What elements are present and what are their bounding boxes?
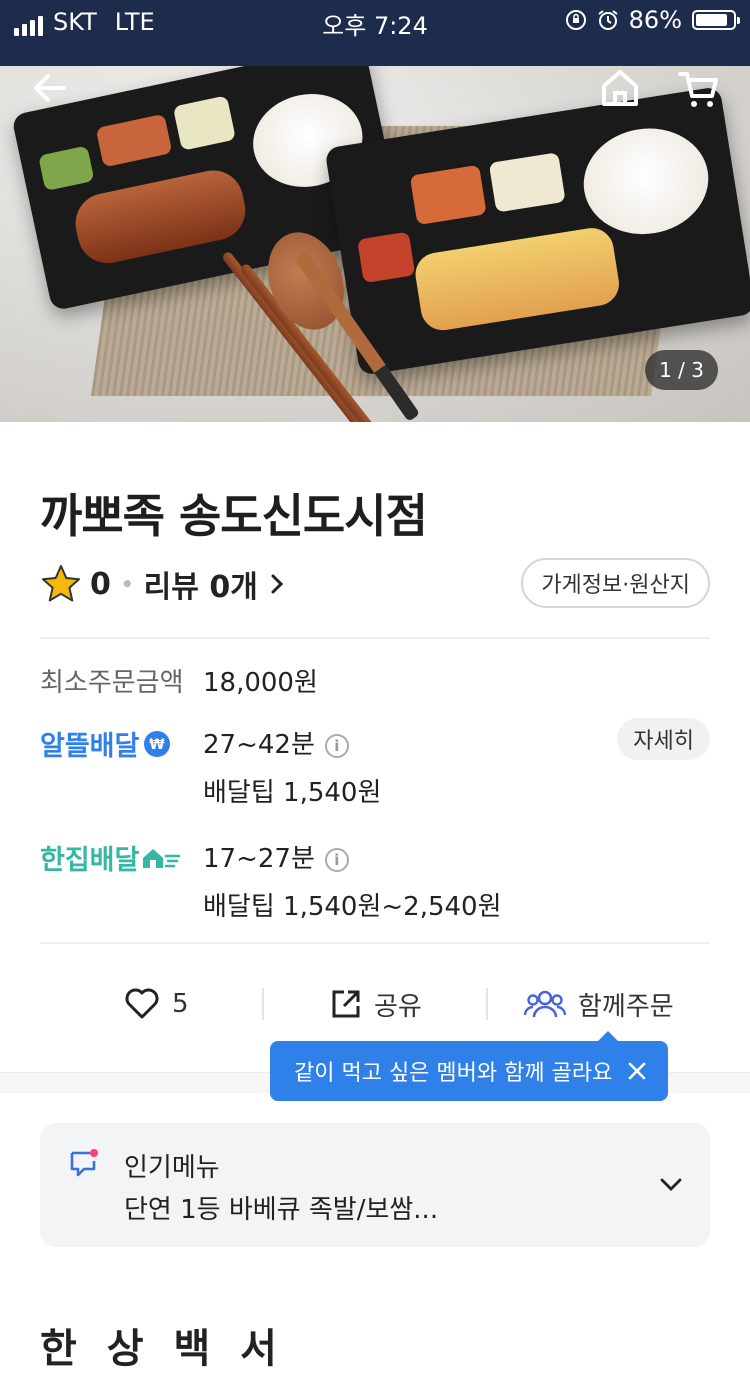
info-icon[interactable]: i	[324, 847, 349, 872]
popular-menu-card[interactable]: 인기메뉴 단연 1등 바베큐 족발/보쌈...	[40, 1123, 710, 1247]
next-section-title: 한 상 백 서	[40, 1326, 285, 1372]
delivery-detail-button[interactable]: 자세히	[617, 718, 710, 760]
share-button[interactable]: 공유	[330, 970, 422, 1038]
battery-fill	[696, 14, 727, 26]
group-users-icon	[524, 990, 566, 1018]
chevron-right-icon	[271, 574, 283, 594]
image-page-indicator: 1 / 3	[645, 350, 718, 390]
popular-menu-title: 인기메뉴	[124, 1153, 220, 1183]
group-order-button[interactable]: 함께주문	[524, 970, 674, 1038]
share-icon	[332, 990, 360, 1018]
divider	[40, 637, 710, 639]
like-count: 5	[172, 989, 189, 1019]
hero-image[interactable]: 1 / 3	[0, 66, 750, 422]
group-order-tooltip[interactable]: 같이 먹고 싶은 멤버와 함께 골라요	[270, 1031, 668, 1101]
single-delivery-time-row: 17~27분 i	[203, 838, 349, 875]
rotation-lock-icon	[565, 10, 586, 30]
economy-delivery-brand: 알뜰배달 ₩	[40, 724, 171, 763]
won-badge-icon: ₩	[144, 730, 171, 757]
store-name: 까뽀족 송도신도시점	[40, 489, 428, 543]
svg-text:₩: ₩	[150, 737, 166, 753]
house-speed-icon	[143, 848, 181, 868]
cart-icon[interactable]	[676, 66, 722, 112]
action-separator	[262, 988, 264, 1020]
divider	[40, 942, 710, 944]
status-bar: SKT LTE 오후 7:24 86%	[0, 0, 750, 66]
single-delivery-tip: 배달팁 1,540원~2,540원	[203, 892, 502, 922]
status-right: 86%	[565, 6, 740, 34]
speech-bubble-icon	[70, 1149, 98, 1177]
economy-delivery-tip: 배달팁 1,540원	[203, 778, 382, 808]
rating-row[interactable]: 0 • 리뷰 0개	[40, 560, 288, 608]
min-order-value: 18,000원	[203, 668, 318, 698]
economy-delivery-time: 27~42분	[203, 730, 315, 760]
info-icon[interactable]: i	[324, 733, 349, 758]
close-icon[interactable]	[626, 1060, 648, 1082]
group-order-label: 함께주문	[578, 991, 674, 1022]
single-delivery-brand: 한집배달	[40, 838, 181, 877]
rating-value: 0	[90, 566, 111, 602]
separator-dot: •	[120, 572, 134, 596]
battery-icon	[692, 10, 740, 30]
review-count-link[interactable]: 리뷰 0개	[144, 562, 258, 606]
economy-delivery-time-row: 27~42분 i	[203, 724, 349, 761]
action-separator	[486, 988, 488, 1020]
home-icon[interactable]	[598, 66, 642, 110]
star-icon	[42, 565, 80, 602]
single-delivery-label: 한집배달	[40, 845, 140, 876]
popular-menu-description: 단연 1등 바베큐 족발/보쌈...	[124, 1195, 439, 1225]
heart-icon	[125, 988, 159, 1019]
single-delivery-time: 17~27분	[203, 844, 315, 874]
store-info-button[interactable]: 가게정보·원산지	[521, 558, 710, 608]
chevron-down-icon[interactable]	[658, 1173, 684, 1195]
min-order-label: 최소주문금액	[40, 668, 184, 698]
like-button[interactable]: 5	[124, 970, 189, 1038]
economy-delivery-label: 알뜰배달	[40, 731, 140, 762]
back-arrow-icon[interactable]	[28, 66, 72, 110]
tooltip-text: 같이 먹고 싶은 멤버와 함께 골라요	[294, 1061, 613, 1086]
share-label: 공유	[374, 991, 422, 1022]
battery-percent: 86%	[628, 6, 682, 34]
alarm-icon	[598, 10, 618, 30]
store-actions: 5 공유 함께주문	[0, 970, 750, 1038]
